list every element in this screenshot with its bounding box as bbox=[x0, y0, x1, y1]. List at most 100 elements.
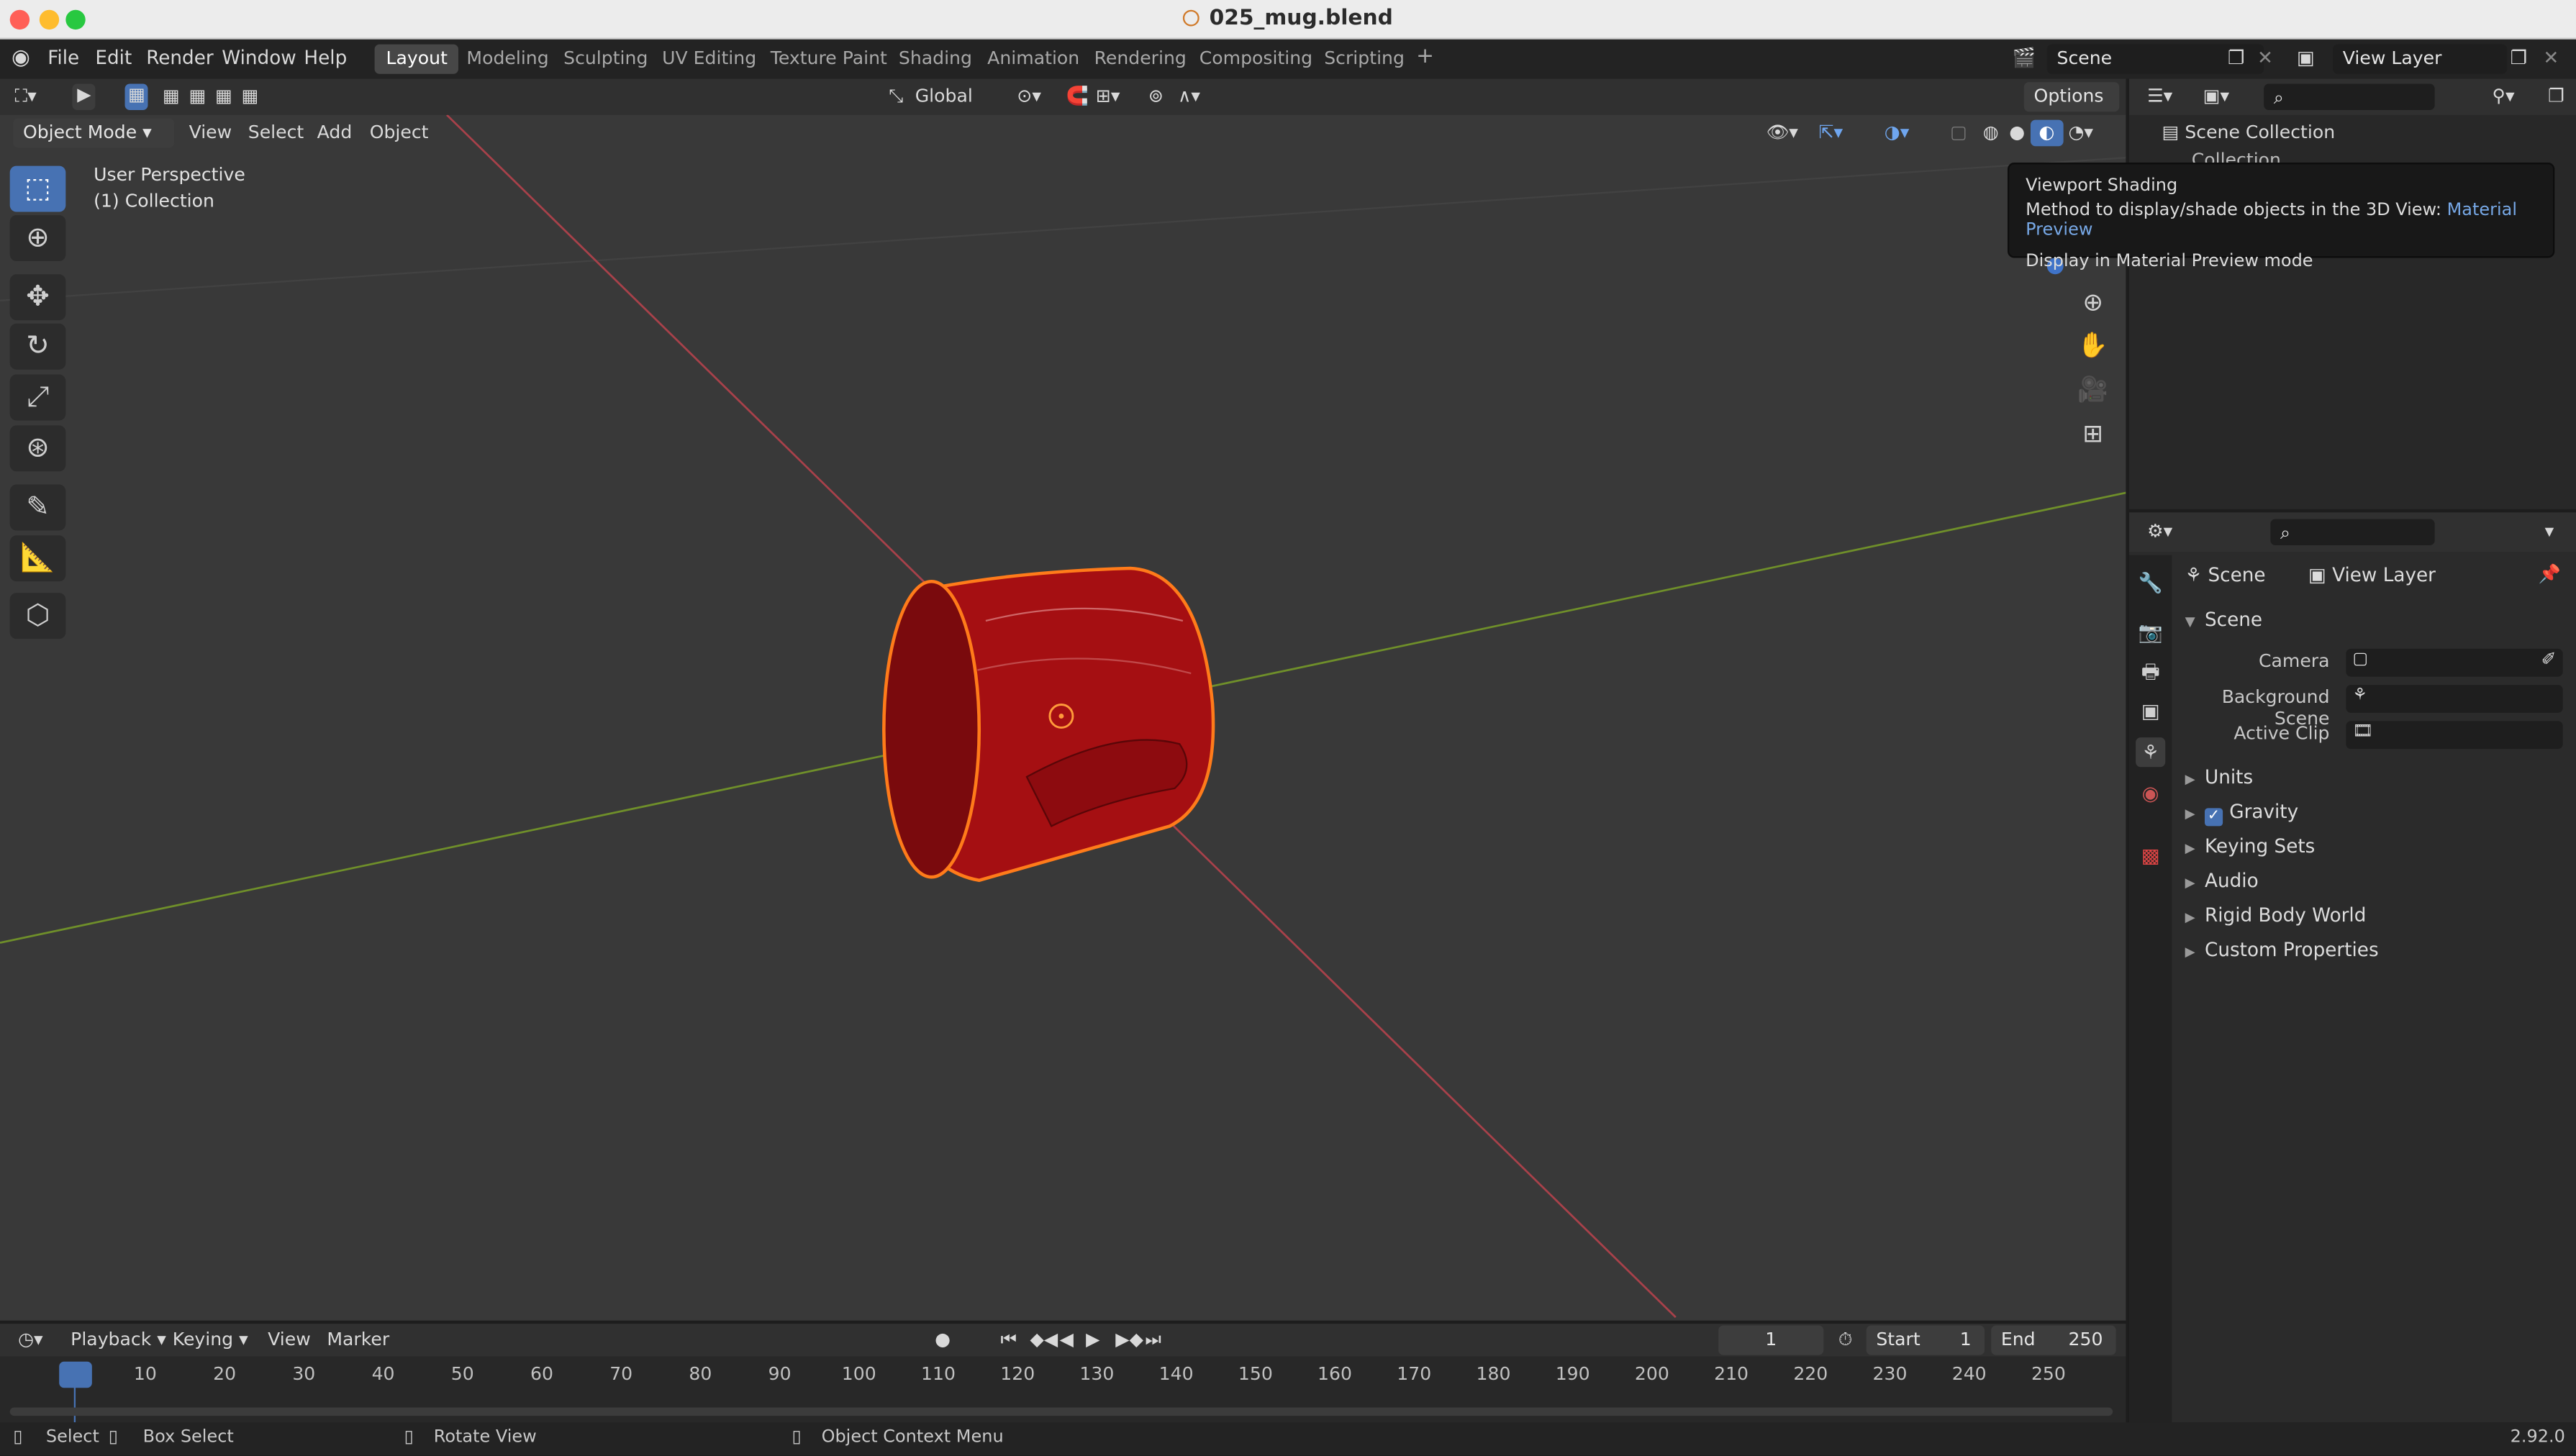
add-workspace-button[interactable]: + bbox=[1405, 41, 1446, 70]
measure-tool-icon[interactable]: 📐 bbox=[9, 535, 66, 582]
output-tab-icon[interactable]: 🖶 bbox=[2136, 657, 2165, 686]
add-cube-tool-icon[interactable]: ⬡ bbox=[9, 593, 66, 640]
menu-playback[interactable]: Playback ▾ bbox=[63, 1327, 175, 1354]
viewlayer-selector-icon[interactable]: ▣ bbox=[2297, 46, 2315, 69]
ortho-toggle-icon[interactable]: ⊞ bbox=[2073, 419, 2113, 455]
snap-target-icon[interactable]: ⊞▾ bbox=[1087, 83, 1128, 110]
active-clip-field[interactable]: 🎞 bbox=[2346, 721, 2563, 750]
viewlayer-field[interactable]: View Layer bbox=[2333, 44, 2508, 74]
menu-view[interactable]: View bbox=[181, 120, 240, 147]
menu-edit[interactable]: Edit bbox=[95, 46, 132, 69]
camera-field[interactable]: ▢ ✐ bbox=[2346, 648, 2563, 677]
tab-sculpting[interactable]: Sculpting bbox=[552, 45, 659, 74]
3d-viewport[interactable] bbox=[0, 78, 2126, 1321]
tab-uv-editing[interactable]: UV Editing bbox=[650, 45, 768, 74]
filter-icon[interactable]: ⚲▾ bbox=[2484, 83, 2523, 110]
move-tool-icon[interactable]: ✥ bbox=[9, 274, 66, 321]
gizmo-icon[interactable]: ⇱▾ bbox=[1810, 120, 1851, 147]
timeline-scrollbar[interactable] bbox=[9, 1407, 2113, 1416]
menu-select[interactable]: Select bbox=[240, 120, 312, 147]
annotate-tool-icon[interactable]: ✎ bbox=[9, 484, 66, 531]
end-frame-field[interactable]: End 250 bbox=[1991, 1325, 2116, 1355]
eyedropper-icon[interactable]: ✐ bbox=[2541, 649, 2557, 670]
tab-scripting[interactable]: Scripting bbox=[1312, 45, 1416, 74]
menu-marker[interactable]: Marker bbox=[319, 1327, 398, 1354]
menu-add[interactable]: Add bbox=[309, 120, 360, 147]
tab-modeling[interactable]: Modeling bbox=[455, 45, 560, 74]
menu-keying[interactable]: Keying ▾ bbox=[164, 1327, 256, 1354]
shading-rendered-icon[interactable]: ◔▾ bbox=[2060, 120, 2101, 147]
panel-custom-properties[interactable]: ▶ Custom Properties bbox=[2185, 938, 2379, 961]
tool-select-icon[interactable]: ▶ bbox=[72, 83, 96, 110]
transform-orientation-dropdown[interactable]: Global bbox=[907, 83, 981, 110]
outliner-editor-icon[interactable]: ☰▾ bbox=[2139, 83, 2181, 110]
blender-logo-icon[interactable]: ◉ bbox=[12, 46, 30, 70]
camera-view-icon[interactable]: 🎥 bbox=[2073, 375, 2113, 411]
pivot-point-icon[interactable]: ⊙▾ bbox=[1009, 83, 1050, 110]
select-mode-new-icon[interactable]: ▦ bbox=[124, 83, 149, 110]
new-viewlayer-icon[interactable]: ❐ bbox=[2511, 46, 2528, 69]
panel-audio[interactable]: ▶ Audio bbox=[2185, 869, 2259, 892]
transform-tool-icon[interactable]: ⊛ bbox=[9, 425, 66, 472]
timeline-editor-icon[interactable]: ◷▾ bbox=[10, 1327, 51, 1354]
panel-units[interactable]: ▶ Units bbox=[2185, 765, 2254, 788]
properties-editor-icon[interactable]: ⚙▾ bbox=[2139, 519, 2181, 545]
scene-collection-row[interactable]: ▤ Scene Collection bbox=[2162, 122, 2336, 143]
viewlayer-tab-icon[interactable]: ▣ bbox=[2136, 696, 2165, 726]
panel-keying-sets[interactable]: ▶ Keying Sets bbox=[2185, 834, 2316, 857]
timeline-area[interactable]: 1102030405060708090100110120130140150160… bbox=[0, 1356, 2126, 1426]
menu-timeline-view[interactable]: View bbox=[260, 1327, 319, 1354]
visibility-icon[interactable]: 👁▾ bbox=[1758, 120, 1806, 147]
falloff-icon[interactable]: ∧▾ bbox=[1170, 83, 1209, 110]
tool-tab-icon[interactable]: 🔧 bbox=[2136, 568, 2165, 598]
start-frame-field[interactable]: Start 1 bbox=[1866, 1325, 1985, 1355]
panel-gravity[interactable]: ▶ ✓ Gravity bbox=[2185, 800, 2298, 827]
menu-object[interactable]: Object bbox=[361, 120, 437, 147]
outliner-search-input[interactable]: ⌕ bbox=[2264, 83, 2435, 110]
menu-render[interactable]: Render bbox=[146, 46, 214, 69]
new-scene-icon[interactable]: ❐ bbox=[2228, 46, 2245, 69]
editor-type-icon[interactable]: ⛶▾ bbox=[6, 83, 45, 110]
rotate-tool-icon[interactable]: ↻ bbox=[9, 323, 66, 370]
cursor-tool-icon[interactable]: ⊕ bbox=[9, 215, 66, 262]
tab-layout[interactable]: Layout bbox=[374, 44, 459, 74]
properties-options-icon[interactable]: ▾ bbox=[2536, 519, 2562, 545]
overlay-icon[interactable]: ◑▾ bbox=[1876, 120, 1917, 147]
texture-tab-icon[interactable]: ▩ bbox=[2136, 841, 2165, 870]
scene-tab-icon[interactable]: ⚘ bbox=[2136, 737, 2166, 768]
tab-shading[interactable]: Shading bbox=[887, 45, 984, 74]
display-mode-icon[interactable]: ▣▾ bbox=[2195, 83, 2237, 110]
delete-viewlayer-icon[interactable]: ✕ bbox=[2543, 46, 2559, 69]
shading-solid-icon[interactable]: ● bbox=[2001, 120, 2033, 147]
play-icon[interactable]: ▶ bbox=[1078, 1327, 1108, 1354]
world-tab-icon[interactable]: ◉ bbox=[2136, 778, 2165, 808]
jump-end-icon[interactable]: ⏭ bbox=[1137, 1327, 1169, 1354]
scene-section-header[interactable]: ▼ Scene bbox=[2185, 608, 2262, 631]
menu-help[interactable]: Help bbox=[304, 46, 347, 69]
zoom-view-icon[interactable]: ⊕ bbox=[2073, 288, 2113, 324]
panel-rigid-body-world[interactable]: ▶ Rigid Body World bbox=[2185, 904, 2367, 927]
new-collection-icon[interactable]: ❐ bbox=[2540, 83, 2572, 110]
render-tab-icon[interactable]: 📷 bbox=[2136, 617, 2165, 647]
current-frame-field[interactable]: 1 bbox=[1718, 1325, 1824, 1355]
scale-tool-icon[interactable]: ⤢ bbox=[9, 374, 66, 421]
shading-material-icon[interactable]: ◐ bbox=[2030, 119, 2063, 147]
tab-texture-paint[interactable]: Texture Paint bbox=[759, 45, 899, 74]
tab-animation[interactable]: Animation bbox=[976, 45, 1091, 74]
playhead-marker[interactable] bbox=[59, 1361, 92, 1388]
menu-window[interactable]: Window bbox=[222, 46, 296, 69]
tab-rendering[interactable]: Rendering bbox=[1083, 45, 1198, 74]
select-mode-intersect-icon[interactable]: ▦ bbox=[233, 83, 267, 110]
scene-selector-icon[interactable]: 🎬 bbox=[2013, 46, 2036, 69]
xray-icon[interactable]: ▢ bbox=[1942, 120, 1976, 147]
delete-scene-icon[interactable]: ✕ bbox=[2257, 46, 2273, 69]
record-icon[interactable]: ● bbox=[927, 1327, 959, 1354]
mode-dropdown[interactable]: Object Mode ▾ bbox=[13, 118, 175, 148]
mug-object[interactable] bbox=[882, 566, 1215, 883]
background-scene-field[interactable]: ⚘ bbox=[2346, 685, 2563, 713]
proportional-edit-icon[interactable]: ⊚ bbox=[1140, 83, 1172, 110]
clock-icon[interactable]: ⏱ bbox=[1830, 1327, 1860, 1354]
options-dropdown[interactable]: Options bbox=[2023, 82, 2120, 112]
jump-start-icon[interactable]: ⏮ bbox=[992, 1327, 1025, 1354]
pan-view-icon[interactable]: ✋ bbox=[2073, 330, 2113, 366]
